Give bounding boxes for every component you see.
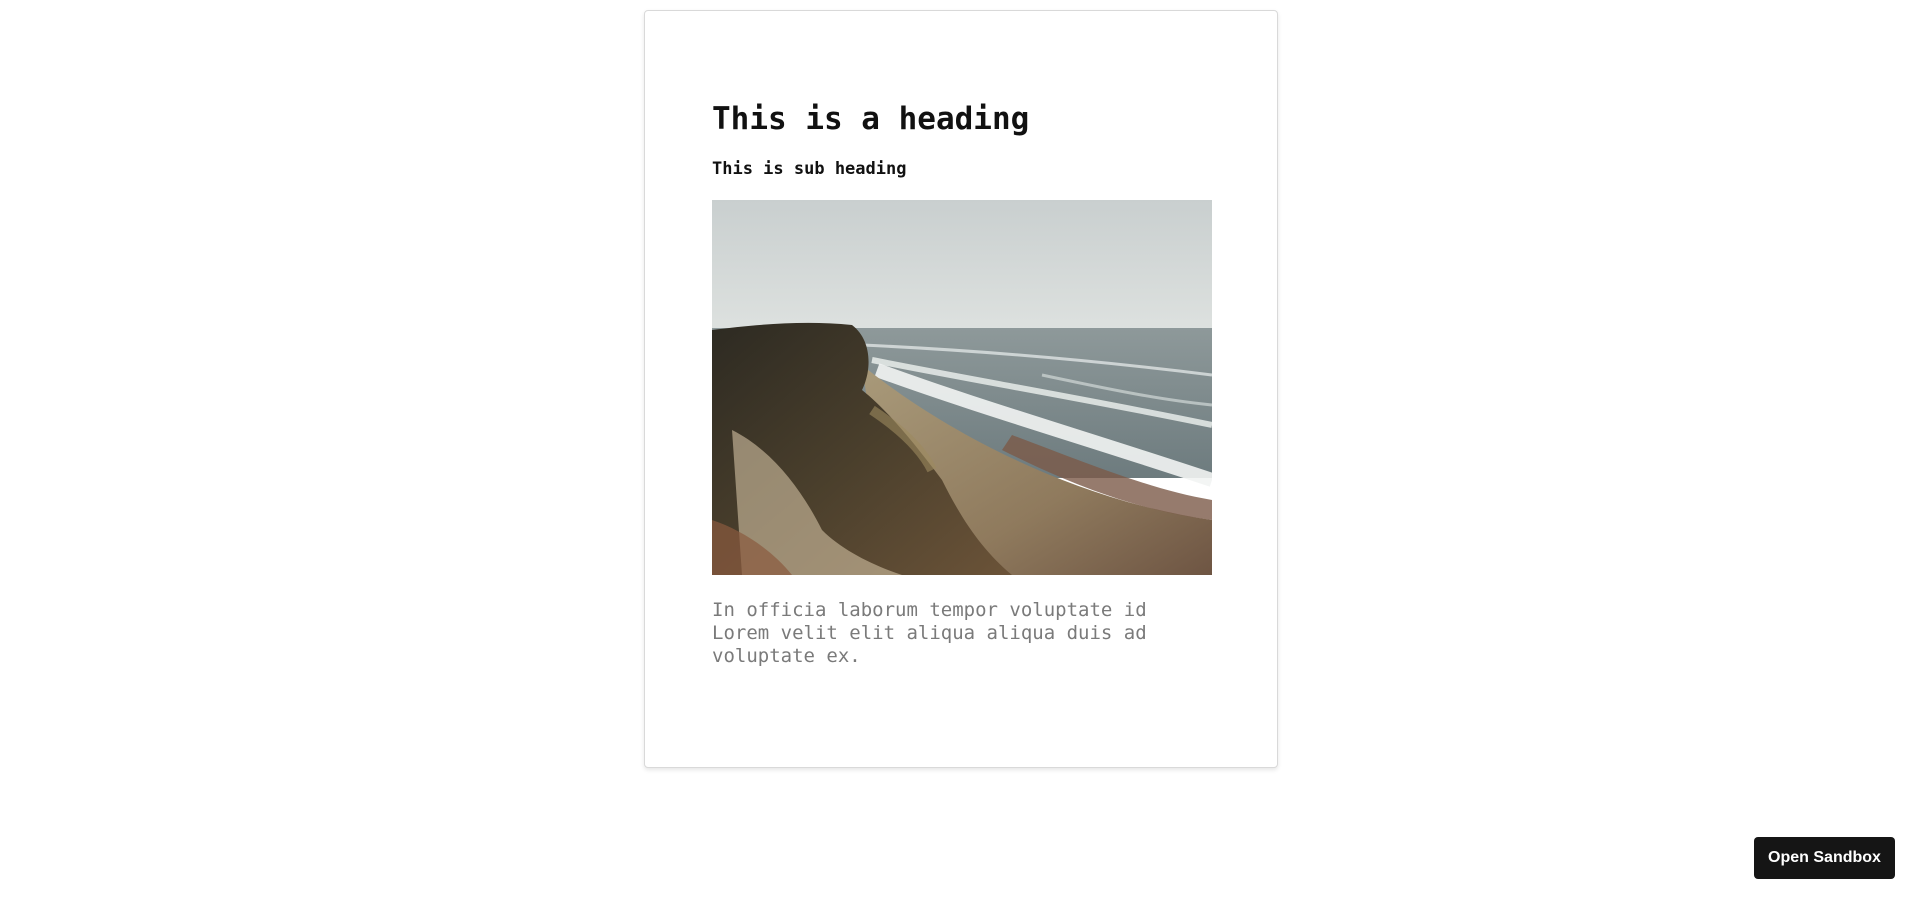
card-heading: This is a heading	[712, 101, 1030, 137]
card-subheading: This is sub heading	[712, 159, 907, 179]
open-sandbox-button[interactable]: Open Sandbox	[1754, 837, 1895, 879]
card-body-text: In officia laborum tempor voluptate id L…	[712, 599, 1147, 667]
card-image	[712, 200, 1212, 575]
content-card: This is a heading This is sub heading In…	[644, 10, 1278, 768]
